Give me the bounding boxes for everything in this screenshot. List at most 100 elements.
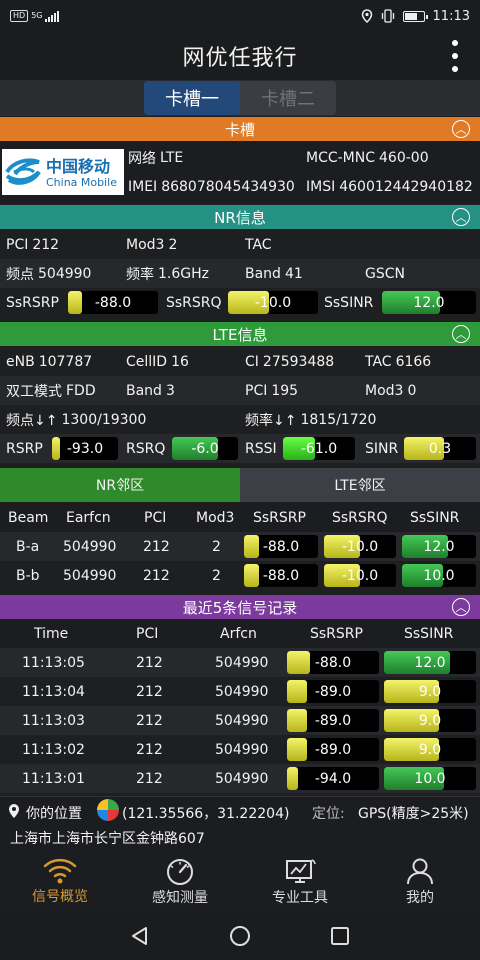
nr-freq-label: 频率: [126, 266, 154, 283]
nav-label: 我的: [406, 890, 434, 906]
lte-section-header[interactable]: LTE信息 ︿: [0, 322, 480, 346]
imsi-field: IMSI 460012442940182: [306, 172, 473, 201]
tab-lte-neighbors[interactable]: LTE邻区: [240, 468, 480, 502]
time-cell: 11:13:04: [22, 683, 85, 700]
home-icon[interactable]: [229, 925, 251, 947]
app-title: 网优任我行: [182, 46, 298, 71]
back-icon[interactable]: [129, 925, 151, 947]
lte-duplex-label: 双工模式: [6, 383, 62, 400]
lte-section-title: LTE信息: [212, 325, 268, 344]
lte-row-2: 双工模式 FDD Band 3 PCI 195 Mod3 0: [0, 376, 480, 405]
location-label: 你的位置: [26, 806, 82, 822]
ssrsrp-meter: -88.0: [244, 564, 318, 587]
table-row: 11:13:04 212 504990 -89.0 9.0: [0, 677, 480, 706]
pci-cell: 212: [136, 712, 163, 729]
china-mobile-logo-icon: [5, 158, 41, 185]
sssinr-value: 10.0: [414, 770, 446, 787]
nr-band-value: 41: [284, 265, 303, 282]
map-app-icon[interactable]: [97, 799, 119, 821]
mod3-cell: 2: [212, 538, 221, 555]
lte-rsrp-meter: -93.0: [52, 437, 118, 460]
tab-sim-1[interactable]: 卡槽一: [144, 81, 240, 115]
status-left: HD 5G: [10, 10, 60, 22]
wifi-signal-icon: [43, 858, 77, 884]
pci-cell: 212: [136, 770, 163, 787]
table-row: 11:13:01 212 504990 -94.0 10.0: [0, 764, 480, 793]
tab-sim-2[interactable]: 卡槽二: [240, 81, 336, 115]
ssrsrp-meter: -89.0: [287, 709, 379, 732]
sssinr-meter: 9.0: [384, 680, 476, 703]
pci-cell: 212: [136, 683, 163, 700]
collapse-icon[interactable]: ︿: [452, 120, 470, 138]
ssrsrp-meter: -94.0: [287, 767, 379, 790]
sssinr-value: 10.0: [423, 567, 455, 584]
nr-row-1: PCI 212 Mod3 2 TAC: [0, 230, 480, 259]
lte-sinr-meter: 0.3: [404, 437, 476, 460]
sssinr-meter: 12.0: [402, 535, 476, 558]
lte-band-value: 3: [165, 382, 175, 399]
status-time: 11:13: [432, 8, 470, 24]
network-5g-badge: 5G: [31, 11, 43, 20]
location-pin-icon: [9, 804, 19, 818]
nr-band-label: Band: [245, 265, 281, 282]
nr-pci-label: PCI: [6, 236, 29, 253]
nr-gscn-label: GSCN: [365, 265, 405, 282]
ssrsrp-meter: -89.0: [287, 680, 379, 703]
col-earfcn: Earfcn: [66, 509, 111, 526]
collapse-icon[interactable]: ︿: [452, 598, 470, 616]
nr-ssrsrq-label: SsRSRQ: [166, 294, 222, 311]
sssinr-meter: 10.0: [402, 564, 476, 587]
ssrsrp-value: -94.0: [314, 770, 352, 787]
col-ssrsrq: SsRSRQ: [332, 509, 388, 526]
lte-band-label: Band: [126, 382, 162, 399]
nav-pro-tools[interactable]: 专业工具: [240, 852, 360, 912]
earfcn-cell: 504990: [63, 567, 117, 584]
history-table-header: Time PCI Arfcn SsRSRP SsSINR: [0, 619, 480, 648]
tab-nr-neighbors[interactable]: NR邻区: [0, 468, 240, 502]
lte-earfcn-value: 1300/19300: [61, 411, 147, 428]
lte-tac-label: TAC: [365, 353, 392, 370]
imsi-value: 460012442940182: [339, 178, 473, 195]
location-address: 上海市上海市长宁区金钟路607: [10, 831, 205, 847]
col-ssrsrp: SsRSRP: [253, 509, 306, 526]
collapse-icon[interactable]: ︿: [452, 325, 470, 343]
nav-mine[interactable]: 我的: [360, 852, 480, 912]
china-mobile-logo: 中国移动 China Mobile: [2, 149, 124, 195]
sim-section-header[interactable]: 卡槽 ︿: [0, 117, 480, 141]
beam-cell: B-a: [16, 538, 40, 555]
collapse-icon[interactable]: ︿: [452, 208, 470, 226]
nr-section-header[interactable]: NR信息 ︿: [0, 205, 480, 229]
ssrsrp-value: -89.0: [314, 741, 352, 758]
nr-sssinr-value: 12.0: [413, 294, 445, 311]
lte-pci-value: 195: [271, 382, 299, 399]
neighbor-tab-bar: NR邻区 LTE邻区: [0, 468, 480, 502]
overflow-menu-icon[interactable]: [450, 40, 460, 72]
system-nav-bar: [0, 912, 480, 960]
sssinr-meter: 9.0: [384, 709, 476, 732]
recents-icon[interactable]: [329, 925, 351, 947]
logo-text-en: China Mobile: [46, 176, 118, 189]
network-label: 网络: [128, 150, 156, 167]
nav-perception-measure[interactable]: 感知测量: [120, 852, 240, 912]
arfcn-cell: 504990: [215, 741, 269, 758]
ssrsrp-value: -89.0: [314, 712, 352, 729]
lte-rsrq-value: -6.0: [191, 440, 219, 457]
ssrsrq-meter: -10.0: [324, 564, 396, 587]
nav-signal-overview[interactable]: 信号概览: [0, 852, 120, 912]
sssinr-value: 12.0: [423, 538, 455, 555]
nr-tac-label: TAC: [245, 236, 272, 253]
lte-rssi-meter: -61.0: [283, 437, 355, 460]
ssrsrp-value: -88.0: [314, 654, 352, 671]
time-cell: 11:13:02: [22, 741, 85, 758]
nr-section-title: NR信息: [214, 208, 266, 227]
lte-freq-label: 频率↓↑: [245, 412, 297, 429]
pci-cell: 212: [143, 538, 170, 555]
lte-ci-label: CI: [245, 353, 259, 370]
lte-earfcn-label: 频点↓↑: [6, 412, 58, 429]
lte-tac-value: 6166: [395, 353, 432, 370]
lte-row-1: eNB 107787 CellID 16 CI 27593488 TAC 6166: [0, 347, 480, 376]
sim-tab-bar: 卡槽一 卡槽二: [0, 80, 480, 116]
history-section-header[interactable]: 最近5条信号记录 ︿: [0, 595, 480, 619]
sssinr-meter: 10.0: [384, 767, 476, 790]
lte-sinr-label: SINR: [365, 440, 399, 457]
